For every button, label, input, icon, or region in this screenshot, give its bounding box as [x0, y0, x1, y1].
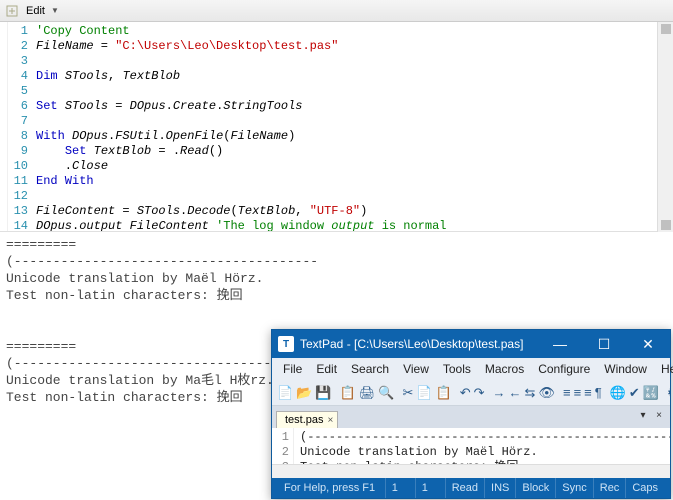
- toolbar-button[interactable]: 📋: [339, 383, 357, 403]
- edit-menu-label[interactable]: Edit: [22, 5, 49, 17]
- toolbar-button[interactable]: ↷: [473, 383, 486, 403]
- toolbar-button[interactable]: →: [492, 383, 507, 403]
- editor-toolbar: Edit ▼: [0, 0, 673, 22]
- tab-close-all-icon[interactable]: ×: [652, 408, 666, 422]
- toolbar-button[interactable]: ↶: [459, 383, 472, 403]
- status-col: 1: [415, 478, 445, 498]
- toolbar-button[interactable]: 📄: [415, 383, 433, 403]
- maximize-button[interactable]: ☐: [582, 330, 626, 358]
- status-help: For Help, press F1: [278, 478, 385, 498]
- textpad-tabstrip: test.pas × ▾ ×: [272, 406, 670, 428]
- tab-label: test.pas: [285, 414, 324, 426]
- menu-configure[interactable]: Configure: [531, 360, 597, 378]
- menu-window[interactable]: Window: [597, 360, 654, 378]
- menu-search[interactable]: Search: [344, 360, 396, 378]
- textpad-statusbar: For Help, press F111ReadINSBlockSyncRecC…: [272, 478, 670, 498]
- textpad-title-text: TextPad - [C:\Users\Leo\Desktop\test.pas…: [300, 337, 523, 351]
- toolbar-button[interactable]: 🌐: [609, 383, 627, 403]
- close-button[interactable]: ✕: [626, 330, 670, 358]
- toolbar-button[interactable]: 🔍: [377, 383, 395, 403]
- line-numbers: 1234567891011121314151617: [8, 22, 32, 231]
- textpad-titlebar[interactable]: T TextPad - [C:\Users\Leo\Desktop\test.p…: [272, 330, 670, 358]
- toolbar-button[interactable]: 📂: [295, 383, 313, 403]
- textpad-tab[interactable]: test.pas ×: [276, 411, 338, 428]
- menu-edit[interactable]: Edit: [309, 360, 344, 378]
- menu-macros[interactable]: Macros: [478, 360, 531, 378]
- minimize-button[interactable]: —: [538, 330, 582, 358]
- toolbar-button[interactable]: 📋: [435, 383, 453, 403]
- toolbar-button[interactable]: 📄: [276, 383, 294, 403]
- toolbar-button[interactable]: ←: [508, 383, 523, 403]
- textpad-menubar: FileEditSearchViewToolsMacrosConfigureWi…: [272, 358, 670, 380]
- toolbar-button[interactable]: 🔣: [642, 383, 660, 403]
- vertical-scrollbar[interactable]: [657, 22, 673, 232]
- textpad-code-area[interactable]: (---------------------------------------…: [294, 428, 670, 464]
- toolbar-button[interactable]: ✂: [401, 383, 414, 403]
- toolbar-button[interactable]: ≡: [562, 383, 572, 403]
- code-area[interactable]: 'Copy ContentFileName = "C:\Users\Leo\De…: [32, 22, 673, 231]
- toolbar-button[interactable]: 👁: [537, 383, 556, 403]
- expand-icon[interactable]: [4, 3, 20, 19]
- toolbar-button[interactable]: 🖨: [358, 383, 377, 403]
- tab-dropdown-icon[interactable]: ▾: [636, 408, 650, 422]
- code-editor: 1234567891011121314151617 'Copy ContentF…: [0, 22, 673, 232]
- textpad-body: 12345 (---------------------------------…: [272, 428, 670, 464]
- textpad-line-numbers: 12345: [272, 428, 294, 464]
- status-line: 1: [385, 478, 415, 498]
- menu-file[interactable]: File: [276, 360, 309, 378]
- textpad-app-icon: T: [278, 336, 294, 352]
- toolbar-button[interactable]: ≡: [583, 383, 593, 403]
- tab-close-icon[interactable]: ×: [328, 415, 334, 426]
- toolbar-button[interactable]: ✔: [628, 383, 641, 403]
- status-ins: INS: [484, 478, 515, 498]
- editor-margin: [0, 22, 8, 231]
- toolbar-button[interactable]: ≡: [573, 383, 583, 403]
- status-rec: Rec: [593, 478, 626, 498]
- status-block: Block: [515, 478, 555, 498]
- menu-tools[interactable]: Tools: [436, 360, 478, 378]
- toolbar-button[interactable]: ¶: [594, 383, 603, 403]
- toolbar-button[interactable]: 💾: [314, 383, 332, 403]
- textpad-toolbar: 📄📂💾📋🖨🔍✂📄📋↶↷→←⇆👁≡≡≡¶🌐✔🔣⚙❓: [272, 380, 670, 406]
- textpad-window: T TextPad - [C:\Users\Leo\Desktop\test.p…: [271, 329, 671, 499]
- status-caps: Caps: [625, 478, 664, 498]
- status-sync: Sync: [555, 478, 592, 498]
- toolbar-button[interactable]: ⇆: [524, 383, 537, 403]
- menu-view[interactable]: View: [396, 360, 436, 378]
- textpad-h-scrollbar[interactable]: [272, 464, 670, 478]
- status-read: Read: [445, 478, 484, 498]
- menu-help[interactable]: Help: [654, 360, 673, 378]
- chevron-down-icon[interactable]: ▼: [51, 6, 59, 15]
- toolbar-button[interactable]: ⚙: [666, 383, 670, 403]
